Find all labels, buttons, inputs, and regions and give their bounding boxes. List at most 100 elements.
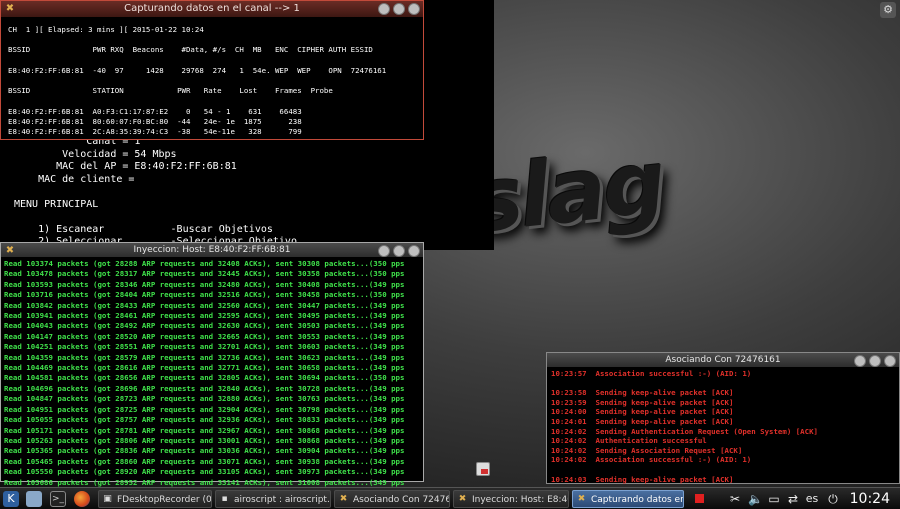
keyboard-language[interactable]: es [802, 491, 822, 507]
output-line: MAC de cliente = [14, 173, 135, 185]
task-label: Asociando Con 72476 [353, 495, 450, 505]
terminal-icon: ✖ [5, 245, 15, 256]
minimize-button[interactable] [378, 245, 390, 257]
output-line: 1) Escanear -Buscar Objetivos [14, 223, 273, 235]
output-line: E8:40:F2:FF:6B:81 2C:A8:35:39:74:C3 -38 … [8, 127, 302, 136]
task-label: Capturando datos en [591, 495, 684, 505]
injection-window[interactable]: ✖ Inyeccion: Host: E8:40:F2:FF:6B:81 Rea… [0, 242, 424, 507]
output-line: E8:40:F2:FF:6B:81 A0:F3:C1:17:87:E2 0 54… [8, 106, 302, 116]
network-icon[interactable]: ⇄ [786, 491, 800, 507]
terminal-icon: ▪ [221, 494, 228, 504]
output-line: Read 105171 packets (got 28781 ARP reque… [4, 425, 405, 435]
output-line: Read 103842 packets (got 28433 ARP reque… [4, 300, 405, 310]
capture-titlebar[interactable]: ✖ Capturando datos en el canal --> 1 [1, 1, 423, 17]
task-asociando[interactable]: ✖ Asociando Con 72476 [334, 490, 450, 508]
close-button[interactable] [884, 355, 896, 367]
task-inyeccion[interactable]: ✖ Inyeccion: Host: E8:40 [453, 490, 569, 508]
minimize-button[interactable] [378, 3, 390, 15]
output-line: Read 103593 packets (got 28346 ARP reque… [4, 279, 405, 289]
terminal-icon: ✖ [458, 494, 467, 504]
association-window[interactable]: Asociando Con 72476161 10:23:57 Associat… [546, 352, 900, 484]
display-icon[interactable]: ▭ [766, 491, 782, 507]
capture-window[interactable]: ✖ Capturando datos en el canal --> 1 CH … [0, 0, 424, 140]
task-label: Inyeccion: Host: E8:40 [472, 495, 569, 505]
output-line: 10:24:00 Sending keep-alive packet [ACK] [551, 407, 734, 417]
terminal-icon: ✖ [577, 494, 586, 504]
output-line: 10:23:57 Association successful :-) (AID… [551, 369, 752, 378]
close-button[interactable] [408, 245, 420, 257]
output-line: 10:24:01 Sending keep-alive packet [ACK] [551, 416, 734, 426]
output-line: Read 104696 packets (got 28696 ARP reque… [4, 383, 405, 393]
output-line: MENU PRINCIPAL [14, 198, 99, 210]
output-line: Read 105263 packets (got 28806 ARP reque… [4, 435, 405, 445]
task-label: airoscript : airoscript.c [234, 495, 331, 505]
output-line: 10:24:03 Sending keep-alive packet [ACK] [551, 474, 734, 484]
output-line: 10:24:02 Authentication successful [551, 436, 707, 446]
output-line: Read 105365 packets (got 28836 ARP reque… [4, 446, 405, 456]
maximize-button[interactable] [869, 355, 881, 367]
terminal-icon: ✖ [5, 3, 15, 14]
record-stop-icon[interactable] [692, 491, 706, 507]
output-line: Read 105550 packets (got 28920 ARP reque… [4, 467, 405, 477]
maximize-button[interactable] [393, 245, 405, 257]
output-line: Read 103941 packets (got 28461 ARP reque… [4, 311, 405, 321]
output-line: 10:23:58 Sending keep-alive packet [ACK] [551, 388, 734, 398]
output-line: 10:24:02 Sending Association Request [AC… [551, 445, 743, 455]
output-line: Velocidad = 54 Mbps [14, 148, 177, 160]
output-line: CH 1 ][ Elapsed: 3 mins ][ 2015-01-22 10… [8, 25, 204, 34]
task-label: FDesktopRecorder (00 [117, 495, 212, 505]
output-line: Read 105465 packets (got 28860 ARP reque… [4, 456, 405, 466]
output-line: Read 103478 packets (got 28317 ARP reque… [4, 269, 405, 279]
injection-output: Read 103374 packets (got 28288 ARP reque… [4, 259, 404, 509]
output-line: 10:24:02 Sending Authentication Request … [551, 426, 818, 436]
terminal-icon: ✖ [339, 494, 348, 504]
task-capturando[interactable]: ✖ Capturando datos en [572, 490, 684, 508]
taskbar: K >_ ▣ FDesktopRecorder (00 ▪ airoscript… [0, 487, 900, 509]
association-titlebar[interactable]: Asociando Con 72476161 [547, 353, 899, 367]
notification-icon[interactable] [476, 462, 490, 476]
injection-title: Inyeccion: Host: E8:40:F2:FF:6B:81 [133, 245, 291, 255]
output-line: Read 104251 packets (got 28551 ARP reque… [4, 342, 405, 352]
output-line: MAC del AP = E8:40:F2:FF:6B:81 [14, 161, 237, 172]
output-line: 10:24:02 Association successful :-) (AID… [551, 455, 752, 465]
output-line: Read 104951 packets (got 28725 ARP reque… [4, 404, 405, 414]
close-button[interactable] [408, 3, 420, 15]
task-fdesktoprecorder[interactable]: ▣ FDesktopRecorder (00 [98, 490, 212, 508]
output-line: BSSID STATION PWR Rate Lost Frames Probe [8, 86, 333, 96]
capture-title: Capturando datos en el canal --> 1 [124, 3, 300, 14]
maximize-button[interactable] [393, 3, 405, 15]
injection-titlebar[interactable]: ✖ Inyeccion: Host: E8:40:F2:FF:6B:81 [1, 243, 423, 257]
volume-icon[interactable]: 🔈 [748, 491, 763, 507]
output-line: Read 104847 packets (got 28723 ARP reque… [4, 394, 405, 404]
association-title: Asociando Con 72476161 [665, 355, 781, 365]
output-line: 10:23:59 Sending keep-alive packet [ACK] [551, 397, 734, 407]
output-line: BSSID PWR RXQ Beacons #Data, #/s CH MB E… [8, 45, 373, 55]
firefox-icon[interactable] [74, 491, 90, 507]
scissors-icon[interactable]: ✂ [728, 491, 742, 507]
output-line: Read 105055 packets (got 28757 ARP reque… [4, 415, 405, 425]
airoscript-output: Canal = 1 Velocidad = 54 Mbps MAC del AP… [14, 136, 297, 249]
file-manager-icon[interactable] [26, 491, 42, 507]
task-airoscript[interactable]: ▪ airoscript : airoscript.c [215, 490, 331, 508]
output-line: Read 104147 packets (got 28520 ARP reque… [4, 331, 405, 341]
terminal-launcher-icon[interactable]: >_ [50, 491, 66, 507]
output-line: Read 104043 packets (got 28492 ARP reque… [4, 321, 405, 331]
power-icon[interactable]: ⏻ [826, 491, 840, 507]
minimize-button[interactable] [854, 355, 866, 367]
desktop-widget-icon[interactable]: ⚙ [880, 2, 896, 18]
output-line: Read 104469 packets (got 28616 ARP reque… [4, 363, 405, 373]
wallpaper-logo: slag [465, 130, 668, 253]
output-line: E8:40:F2:FF:6B:81 -40 97 1428 29768 274 … [8, 65, 387, 75]
output-line: Read 104581 packets (got 28656 ARP reque… [4, 373, 405, 383]
clock[interactable]: 10:24 [850, 490, 890, 508]
start-menu-icon[interactable]: K [3, 491, 19, 507]
recorder-icon: ▣ [103, 494, 112, 504]
output-line: Read 103374 packets (got 28288 ARP reque… [4, 259, 405, 268]
